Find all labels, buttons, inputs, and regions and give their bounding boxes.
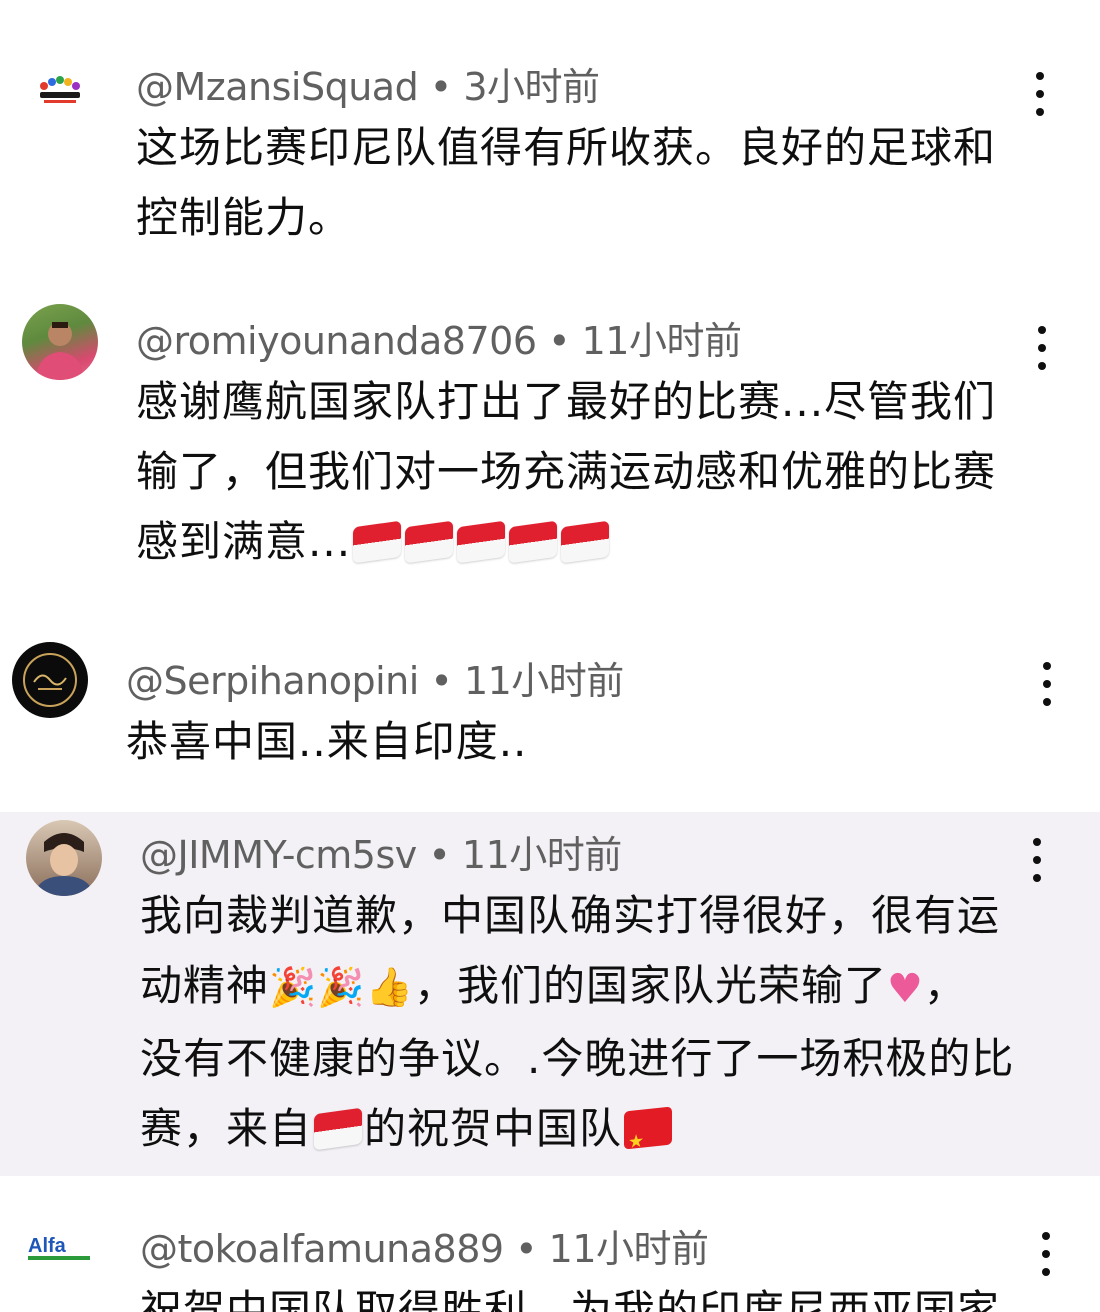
alfa-logo-icon: Alfa [28, 1235, 90, 1260]
comment-meta: @Serpihanopini • 11小时前 [126, 650, 624, 705]
meta-separator: • [515, 1227, 538, 1271]
meta-separator: • [428, 833, 451, 877]
meta-separator: • [430, 659, 453, 703]
avatar[interactable] [26, 820, 102, 896]
comment-line: 赛，来自 的祝贺中国队 [140, 1094, 1030, 1164]
person-photo-icon [34, 833, 94, 896]
timestamp: 3小时前 [463, 65, 600, 109]
author-name[interactable]: @tokoalfamuna889 [140, 1227, 504, 1271]
comment-line: 祝贺中国队取得胜利，为我的印度尼西亚国家 [140, 1286, 1001, 1312]
thumbs-up-icon: 👍 [365, 965, 414, 1009]
comment-line: 感到满意... [136, 507, 1026, 577]
more-vertical-icon[interactable] [1036, 1232, 1056, 1276]
indonesia-flag-icon [561, 520, 610, 564]
comment-line: 输了，但我们对一场充满运动感和优雅的比赛 [136, 447, 997, 496]
person-photo-icon [36, 322, 84, 380]
more-vertical-icon[interactable] [1030, 72, 1050, 116]
timestamp: 11小时前 [463, 659, 624, 703]
comment-meta: @JIMMY-cm5sv • 11小时前 [140, 824, 622, 879]
more-vertical-icon[interactable] [1037, 662, 1057, 706]
comment-text: 感谢鹰航国家队打出了最好的比赛...尽管我们 输了，但我们对一场充满运动感和优雅… [136, 367, 1026, 577]
comment-item-highlighted: @JIMMY-cm5sv • 11小时前 我向裁判道歉，中国队确实打得很好，很有… [0, 812, 1100, 1176]
avatar[interactable]: Alfa [22, 1208, 98, 1284]
comment-text: 恭喜中国..来自印度.. [126, 707, 1016, 777]
comment-text: 祝贺中国队取得胜利，为我的印度尼西亚国家 [140, 1276, 1030, 1312]
indonesia-flag-icon [457, 520, 506, 564]
more-vertical-icon[interactable] [1032, 326, 1052, 370]
comment-item: Alfa @tokoalfamuna889 • 11小时前 祝贺中国队取得胜利，… [0, 1176, 1100, 1312]
comment-text: 我向裁判道歉，中国队确实打得很好，很有运 动精神🎉🎉👍，我们的国家队光荣输了♥，… [140, 881, 1030, 1164]
author-name[interactable]: @JIMMY-cm5sv [140, 833, 417, 877]
comment-item: @Serpihanopini • 11小时前 恭喜中国..来自印度.. [0, 610, 1100, 810]
comment-line: 恭喜中国..来自印度.. [126, 717, 528, 766]
comment-line: 这场比赛印尼队值得有所收获。良好的足球和 [136, 123, 997, 172]
timestamp: 11小时前 [461, 833, 622, 877]
comment-meta: @romiyounanda8706 • 11小时前 [136, 310, 742, 365]
avatar[interactable] [22, 52, 98, 128]
party-popper-icon: 🎉 [317, 965, 366, 1009]
comment-line: 控制能力。 [136, 193, 352, 242]
author-name[interactable]: @romiyounanda8706 [136, 319, 537, 363]
avatar[interactable] [12, 642, 88, 718]
comment-text: 这场比赛印尼队值得有所收获。良好的足球和 控制能力。 [136, 113, 1026, 253]
indonesia-flag-icon [314, 1107, 363, 1151]
indonesia-flag-icon [353, 520, 402, 564]
mzansi-logo-icon [40, 76, 80, 103]
comment-line: 动精神🎉🎉👍，我们的国家队光荣输了♥， [140, 961, 967, 1012]
timestamp: 11小时前 [548, 1227, 709, 1271]
china-flag-icon [624, 1106, 673, 1150]
author-name[interactable]: @Serpihanopini [126, 659, 419, 703]
party-popper-icon: 🎉 [269, 965, 318, 1009]
avatar[interactable] [22, 304, 98, 380]
comment-item: @romiyounanda8706 • 11小时前 感谢鹰航国家队打出了最好的比… [0, 280, 1100, 610]
comment-meta: @tokoalfamuna889 • 11小时前 [140, 1218, 709, 1273]
svg-text:Alfa: Alfa [28, 1235, 67, 1257]
comment-line: 感谢鹰航国家队打出了最好的比赛...尽管我们 [136, 377, 997, 426]
author-name[interactable]: @MzansiSquad [136, 65, 419, 109]
more-vertical-icon[interactable] [1027, 838, 1047, 882]
heart-icon: ♥ [887, 966, 924, 1012]
comment-meta: @MzansiSquad • 3小时前 [136, 56, 600, 111]
comment-line: 我向裁判道歉，中国队确实打得很好，很有运 [140, 891, 1001, 940]
indonesia-flag-icon [405, 520, 454, 564]
meta-separator: • [548, 319, 571, 363]
meta-separator: • [429, 65, 452, 109]
comment-item: @MzansiSquad • 3小时前 这场比赛印尼队值得有所收获。良好的足球和… [0, 0, 1100, 280]
timestamp: 11小时前 [581, 319, 742, 363]
comment-line: 没有不健康的争议。.今晚进行了一场积极的比 [140, 1034, 1015, 1083]
serpihan-logo-icon [23, 653, 77, 707]
indonesia-flag-icon [509, 520, 558, 564]
